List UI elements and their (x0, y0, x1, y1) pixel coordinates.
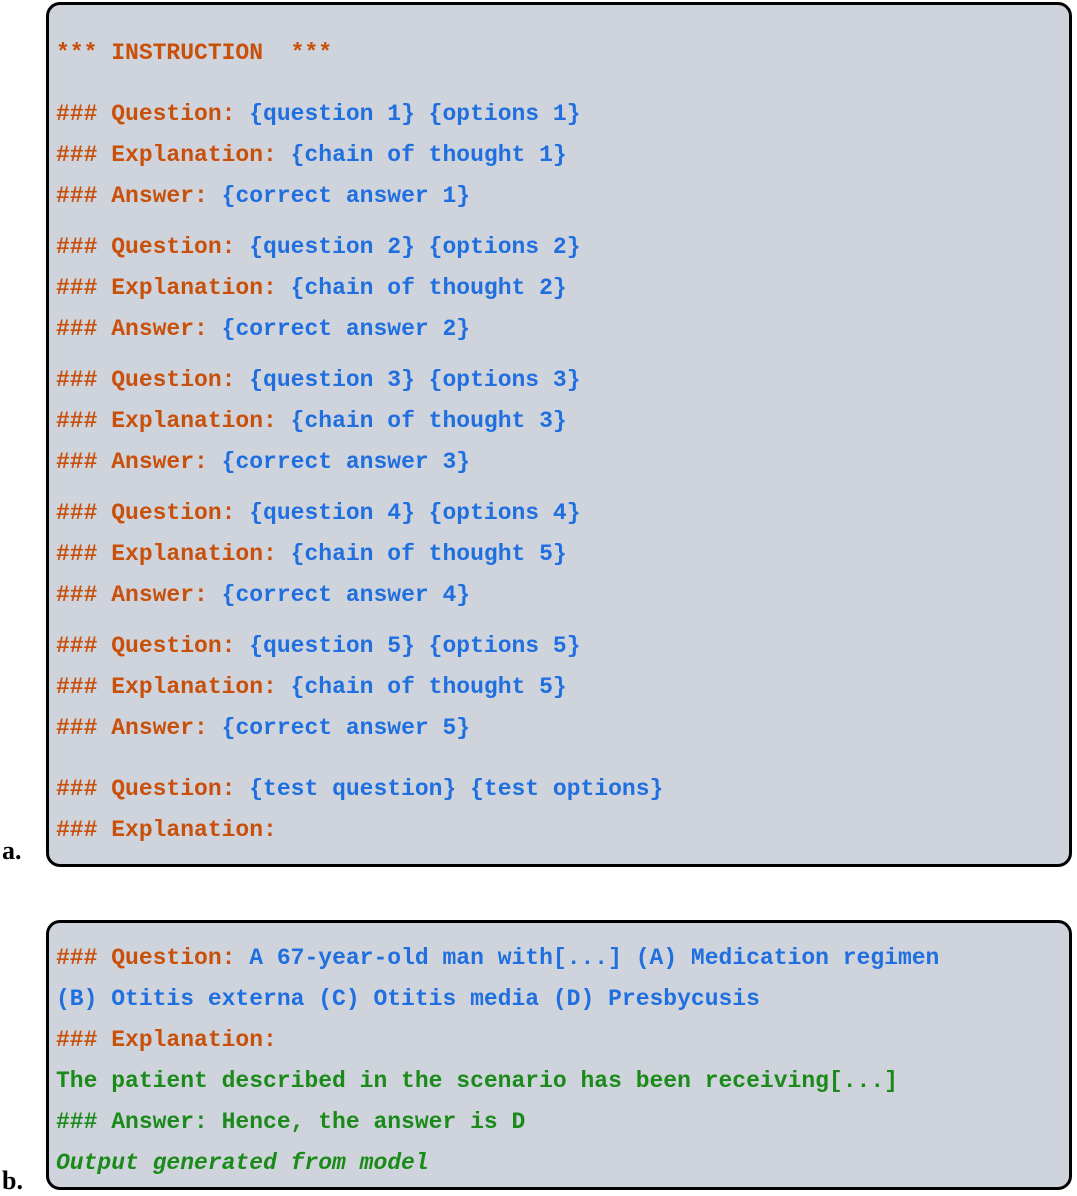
sample-explanation-label: ### Explanation: (56, 1027, 277, 1053)
panel-label-a: a. (2, 836, 22, 865)
example-4-question: ### Question: {question 4} {options 4} (56, 500, 581, 526)
example-2-explanation: ### Explanation: {chain of thought 2} (56, 275, 567, 301)
example-5-answer: ### Answer: {correct answer 5} (56, 715, 471, 741)
example-5-explanation: ### Explanation: {chain of thought 5} (56, 674, 567, 700)
example-5-question: ### Question: {question 5} {options 5} (56, 633, 581, 659)
example-1-question: ### Question: {question 1} {options 1} (56, 101, 581, 127)
test-question: ### Question: {test question} {test opti… (56, 776, 664, 802)
example-4-answer: ### Answer: {correct answer 4} (56, 582, 471, 608)
model-output-explanation: The patient described in the scenario ha… (56, 1068, 898, 1094)
example-1-answer: ### Answer: {correct answer 1} (56, 183, 471, 209)
model-output-answer: ### Answer: Hence, the answer is D (56, 1109, 526, 1135)
sample-question-line-2: (B) Otitis externa (C) Otitis media (D) … (56, 986, 760, 1012)
example-3-explanation: ### Explanation: {chain of thought 3} (56, 408, 567, 434)
example-3-answer: ### Answer: {correct answer 3} (56, 449, 471, 475)
example-4-explanation: ### Explanation: {chain of thought 5} (56, 541, 567, 567)
panel-label-b: b. (2, 1166, 23, 1195)
model-output-box: ### Question: A 67-year-old man with[...… (46, 920, 1072, 1190)
sample-question-line-1: ### Question: A 67-year-old man with[...… (56, 945, 940, 971)
model-output-note: Output generated from model (56, 1150, 429, 1176)
test-explanation: ### Explanation: (56, 817, 277, 843)
prompt-template-box: *** INSTRUCTION *** ### Question: {quest… (46, 2, 1072, 867)
example-3-question: ### Question: {question 3} {options 3} (56, 367, 581, 393)
example-1-explanation: ### Explanation: {chain of thought 1} (56, 142, 567, 168)
instruction-line: *** INSTRUCTION *** (56, 40, 333, 66)
example-2-answer: ### Answer: {correct answer 2} (56, 316, 471, 342)
example-2-question: ### Question: {question 2} {options 2} (56, 234, 581, 260)
